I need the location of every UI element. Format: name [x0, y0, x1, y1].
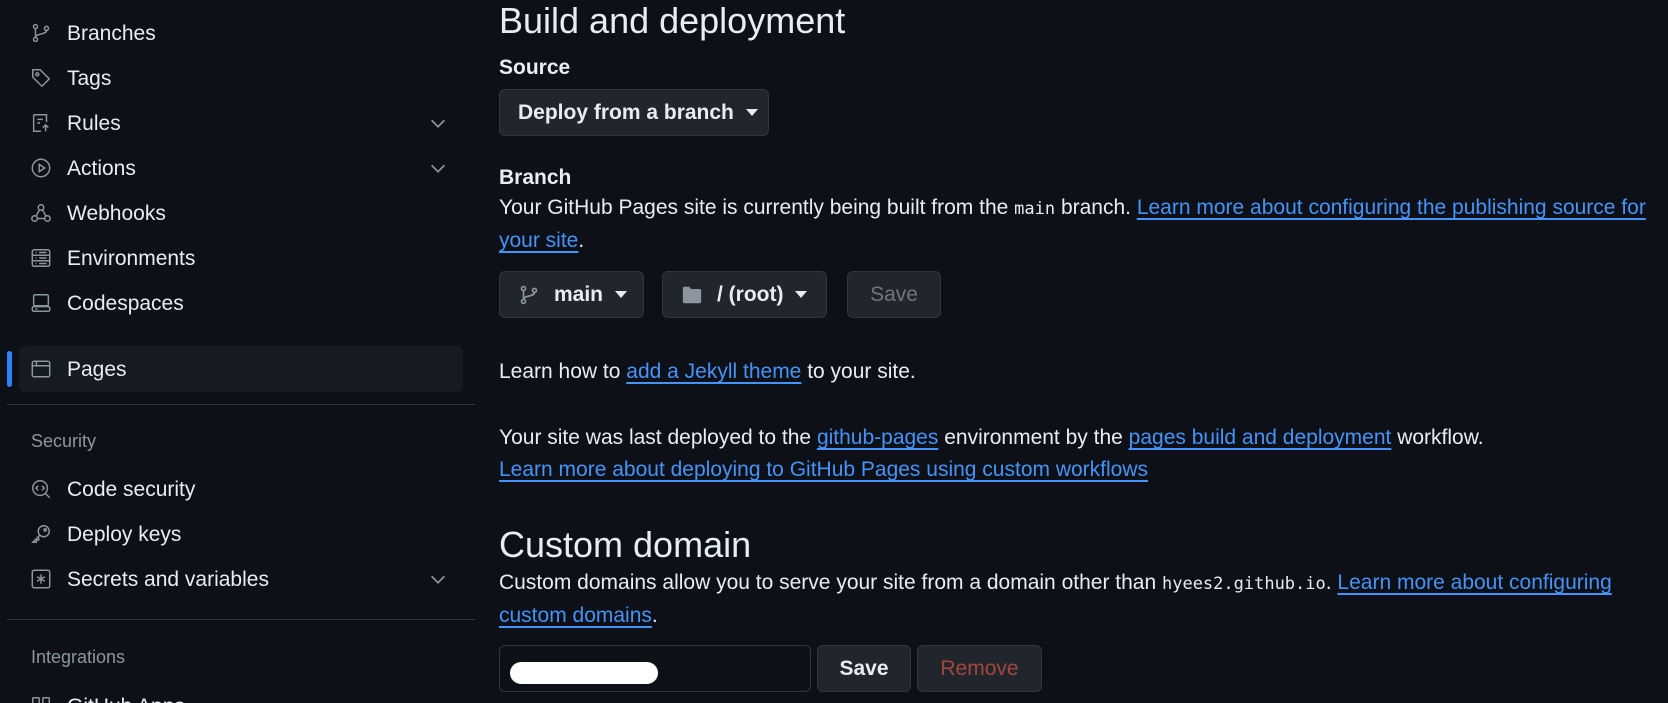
sidebar-item-label: Pages	[67, 358, 127, 381]
sidebar-item-actions[interactable]: Actions	[19, 145, 463, 191]
git-branch-icon	[518, 284, 540, 306]
sidebar-item-label: Secrets and variables	[67, 568, 269, 591]
chevron-down-icon[interactable]	[427, 112, 449, 134]
deployed-text-part: Your site was last deployed to the	[499, 426, 817, 449]
custom-workflows-link[interactable]: Learn more about deploying to GitHub Pag…	[499, 458, 1148, 481]
sidebar-item-label: Environments	[67, 247, 196, 270]
tag-icon	[30, 67, 52, 89]
sidebar-item-deploy-keys[interactable]: Deploy keys	[19, 511, 463, 557]
sidebar-item-webhooks[interactable]: Webhooks	[19, 190, 463, 236]
chevron-down-icon[interactable]	[427, 568, 449, 590]
active-indicator	[7, 351, 12, 387]
rules-icon	[30, 112, 52, 134]
sidebar-item-label: Actions	[67, 157, 136, 180]
asterisk-icon	[30, 568, 52, 590]
settings-sidebar: Branches Tags Rules Actions Webhooks Env…	[0, 0, 475, 703]
branch-text: Your GitHub Pages site is currently bein…	[499, 196, 1015, 219]
deployed-text-part: workflow.	[1391, 426, 1484, 449]
folder-select-label: / (root)	[717, 282, 784, 306]
codespaces-icon	[30, 292, 52, 314]
sidebar-item-label: Tags	[67, 67, 112, 90]
sidebar-item-label: Webhooks	[67, 202, 166, 225]
caret-down-icon	[795, 291, 808, 298]
play-icon	[30, 157, 52, 179]
source-label: Source	[499, 56, 571, 79]
sidebar-item-label: Rules	[67, 112, 121, 135]
sidebar-item-tags[interactable]: Tags	[19, 55, 463, 101]
branch-select-label: main	[554, 282, 604, 306]
custom-domain-remove-button[interactable]: Remove	[917, 645, 1042, 692]
webhook-icon	[30, 202, 52, 224]
sidebar-item-pages[interactable]: Pages	[19, 346, 463, 392]
sidebar-item-code-security[interactable]: Code security	[19, 466, 463, 512]
domain-code: hyees2.github.io	[1161, 574, 1326, 594]
jekyll-text-part: to your site.	[801, 360, 916, 383]
sidebar-item-codespaces[interactable]: Codespaces	[19, 280, 463, 326]
sidebar-item-branches[interactable]: Branches	[19, 10, 463, 56]
sidebar-divider	[7, 619, 475, 620]
deployed-text-part: environment by the	[938, 426, 1129, 449]
branch-heading: Branch	[499, 166, 572, 189]
github-pages-environment-link[interactable]: github-pages	[817, 426, 938, 449]
server-icon	[30, 247, 52, 269]
branch-code: main	[1014, 199, 1056, 219]
custom-domain-text: .	[1325, 571, 1338, 594]
redacted-domain-value	[510, 662, 658, 684]
key-icon	[30, 523, 52, 545]
pages-build-workflow-link[interactable]: pages build and deployment	[1129, 426, 1392, 449]
folder-select-button[interactable]: / (root)	[662, 271, 827, 318]
sidebar-group-security: Security	[31, 431, 97, 451]
branch-text: branch.	[1055, 196, 1137, 219]
branch-text: .	[578, 229, 585, 252]
branch-select-button[interactable]: main	[499, 271, 644, 318]
sidebar-item-secrets-and-variables[interactable]: Secrets and variables	[19, 556, 463, 602]
sidebar-item-label: Branches	[67, 22, 156, 45]
branch-save-button[interactable]: Save	[847, 271, 941, 318]
caret-down-icon	[745, 109, 758, 116]
sidebar-item-label: Code security	[67, 478, 196, 501]
branch-description: Your GitHub Pages site is currently bein…	[499, 192, 1649, 257]
sidebar-divider	[7, 404, 475, 405]
git-branch-icon	[30, 22, 52, 44]
sidebar-item-rules[interactable]: Rules	[19, 100, 463, 146]
caret-down-icon	[615, 291, 628, 298]
custom-domain-save-button[interactable]: Save	[817, 645, 911, 692]
custom-domain-description: Custom domains allow you to serve your s…	[499, 567, 1649, 632]
deployment-status-text: Your site was last deployed to the githu…	[499, 422, 1649, 486]
jekyll-text: Learn how to add a Jekyll theme to your …	[499, 356, 1649, 388]
sidebar-item-label: Deploy keys	[67, 523, 182, 546]
custom-domain-title: Custom domain	[499, 524, 752, 565]
sidebar-group-integrations: Integrations	[31, 647, 126, 667]
sidebar-item-label: Codespaces	[67, 292, 184, 315]
sidebar-item-label: GitHub Apps	[67, 695, 185, 703]
custom-domain-text: Custom domains allow you to serve your s…	[499, 571, 1162, 594]
custom-domain-text: .	[651, 604, 658, 627]
source-select-button[interactable]: Deploy from a branch	[499, 89, 769, 136]
codescan-icon	[30, 478, 52, 500]
jekyll-text-part: Learn how to	[499, 360, 627, 383]
folder-icon	[681, 284, 703, 306]
build-deployment-title: Build and deployment	[499, 0, 846, 41]
jekyll-theme-link[interactable]: add a Jekyll theme	[626, 360, 801, 383]
chevron-down-icon[interactable]	[427, 157, 449, 179]
apps-icon	[30, 695, 52, 703]
sidebar-item-environments[interactable]: Environments	[19, 235, 463, 281]
browser-icon	[30, 358, 52, 380]
pages-settings-main: Build and deployment Source Deploy from …	[499, 0, 1649, 703]
source-select-label: Deploy from a branch	[518, 100, 734, 124]
sidebar-item-github-apps[interactable]: GitHub Apps	[19, 683, 463, 703]
